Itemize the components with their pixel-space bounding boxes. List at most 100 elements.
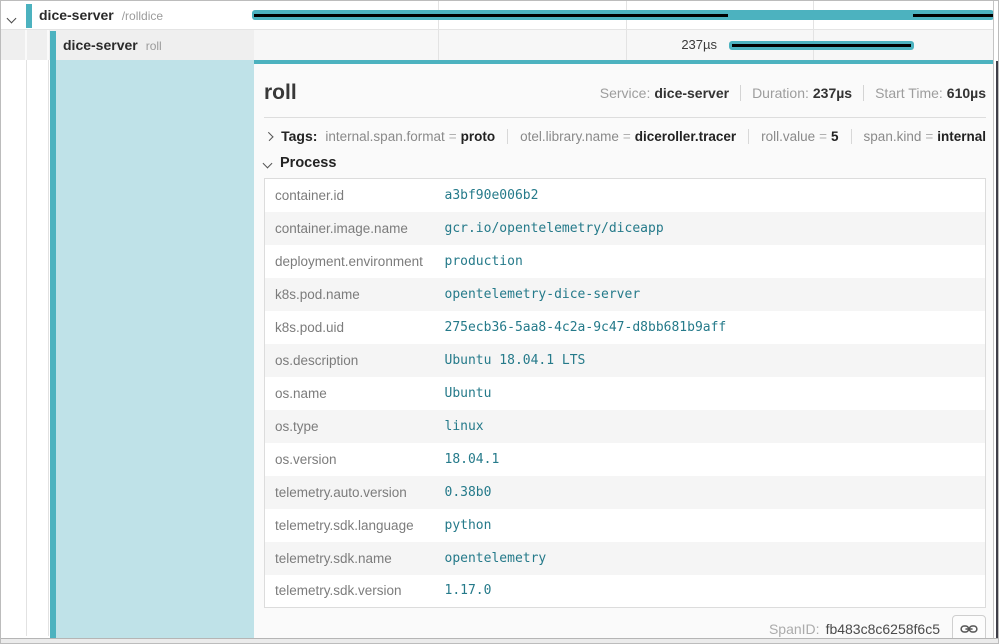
timeline: 237µs: [254, 1, 994, 60]
attribute-key: os.description: [265, 344, 437, 377]
process-attributes-table: container.id a3bf90e006b2 container.imag…: [264, 178, 986, 608]
critical-path-segment: [913, 14, 994, 17]
table-row: os.type linux: [265, 410, 986, 443]
attribute-key: deployment.environment: [265, 245, 437, 278]
equals-sign: =: [449, 129, 457, 144]
attribute-key: os.name: [265, 377, 437, 410]
tags-label: Tags:: [281, 128, 317, 144]
process-section-toggle[interactable]: Process: [264, 148, 986, 178]
critical-path-segment: [254, 14, 728, 17]
meta-item: Duration:237µs: [740, 85, 852, 101]
attribute-key: telemetry.sdk.version: [265, 575, 437, 608]
span-color-accent: [26, 4, 32, 28]
span-operation-name: /rolldice: [122, 9, 163, 23]
attribute-value: python: [437, 509, 986, 542]
table-row: container.id a3bf90e006b2: [265, 179, 986, 212]
span-row-rolldice[interactable]: dice-server/rolldice: [1, 1, 254, 30]
meta-label: Service:: [600, 85, 651, 101]
table-row: deployment.environment production: [265, 245, 986, 278]
span-operation-name: roll: [146, 39, 162, 53]
tag-key: roll.value: [761, 129, 815, 144]
tag-item: otel.library.name = diceroller.tracer: [507, 129, 736, 144]
tags-section-toggle[interactable]: Tags: internal.span.format = proto otel.li…: [264, 118, 986, 148]
attribute-key: os.version: [265, 443, 437, 476]
equals-sign: =: [819, 129, 827, 144]
span-detail-header: roll Service:dice-server Duration:237µs …: [264, 77, 986, 109]
tag-key: internal.span.format: [325, 129, 444, 144]
span-service-name: dice-server: [63, 37, 138, 53]
process-label: Process: [280, 155, 336, 171]
timeline-row-rolldice[interactable]: [254, 1, 994, 30]
span-id-value: fb483c8c6258f6c5: [826, 621, 940, 637]
critical-path-segment: [732, 44, 911, 47]
span-bar-roll[interactable]: [729, 41, 914, 50]
attribute-key: os.type: [265, 410, 437, 443]
tag-key: otel.library.name: [520, 129, 619, 144]
timeline-row-roll[interactable]: 237µs: [254, 30, 994, 60]
chevron-right-icon: [264, 131, 273, 140]
attribute-key: telemetry.auto.version: [265, 476, 437, 509]
span-duration-label: 237µs: [681, 37, 717, 52]
meta-value: 237µs: [813, 85, 852, 101]
table-row: os.description Ubuntu 18.04.1 LTS: [265, 344, 986, 377]
tag-item: span.kind= internal: [851, 129, 986, 144]
attribute-value: 1.17.0: [437, 575, 986, 608]
meta-item: Service:dice-server: [600, 85, 729, 101]
meta-label: Start Time:: [875, 85, 943, 101]
attribute-value: 18.04.1: [437, 443, 986, 476]
attribute-value: Ubuntu: [437, 377, 986, 410]
indent-guide: [48, 60, 49, 636]
process-attributes-body: container.id a3bf90e006b2 container.imag…: [265, 179, 986, 608]
tag-item: internal.span.format = proto: [325, 129, 495, 144]
tag-value: diceroller.tracer: [635, 129, 736, 144]
span-row-roll[interactable]: dice-server roll: [1, 30, 254, 60]
attribute-key: telemetry.sdk.name: [265, 542, 437, 575]
equals-sign: =: [925, 129, 933, 144]
span-detail-panel: roll Service:dice-server Duration:237µs …: [254, 60, 994, 638]
selected-span-highlight: [56, 60, 254, 638]
span-bar-rolldice[interactable]: [252, 10, 994, 20]
attribute-value: opentelemetry-dice-server: [437, 278, 986, 311]
tag-key: span.kind: [864, 129, 922, 144]
chevron-down-icon: [7, 14, 17, 24]
attribute-key: k8s.pod.name: [265, 278, 437, 311]
equals-sign: =: [623, 129, 631, 144]
attribute-value: gcr.io/opentelemetry/diceapp: [437, 212, 986, 245]
meta-value: 610µs: [947, 85, 986, 101]
bottom-scrollbar-track[interactable]: [1, 638, 999, 644]
attribute-key: telemetry.sdk.language: [265, 509, 437, 542]
meta-item: Start Time:610µs: [863, 85, 986, 101]
span-title: roll: [264, 81, 600, 105]
table-row: k8s.pod.uid 275ecb36-5aa8-4c2a-9c47-d8bb…: [265, 311, 986, 344]
collapse-chevron-icon[interactable]: [8, 9, 22, 23]
attribute-value: 275ecb36-5aa8-4c2a-9c47-d8bb681b9aff: [437, 311, 986, 344]
span-service-name: dice-server: [39, 7, 114, 23]
attribute-key: container.image.name: [265, 212, 437, 245]
table-row: k8s.pod.name opentelemetry-dice-server: [265, 278, 986, 311]
table-row: telemetry.sdk.language python: [265, 509, 986, 542]
tag-item: roll.value = 5: [748, 129, 838, 144]
link-icon: [960, 622, 978, 636]
attribute-value: 0.38b0: [437, 476, 986, 509]
meta-value: dice-server: [654, 85, 729, 101]
tag-value: proto: [461, 129, 496, 144]
meta-label: Duration:: [752, 85, 809, 101]
span-id-label: SpanID:: [769, 621, 820, 637]
span-meta: Service:dice-server Duration:237µs Start…: [600, 85, 986, 101]
tag-value: internal: [937, 129, 986, 144]
table-row: telemetry.sdk.name opentelemetry: [265, 542, 986, 575]
scrollbar[interactable]: [996, 61, 998, 643]
attribute-value: opentelemetry: [437, 542, 986, 575]
chevron-down-icon: [263, 158, 273, 168]
tag-value: 5: [831, 129, 839, 144]
attribute-value: a3bf90e006b2: [437, 179, 986, 212]
table-row: os.version 18.04.1: [265, 443, 986, 476]
tags-summary: internal.span.format = proto otel.library.…: [325, 129, 986, 144]
attribute-value: linux: [437, 410, 986, 443]
attribute-value: Ubuntu 18.04.1 LTS: [437, 344, 986, 377]
attribute-key: container.id: [265, 179, 437, 212]
panel-right-border: [993, 1, 994, 644]
trace-detail-window: dice-server/rolldice dice-server roll: [0, 0, 999, 644]
attribute-value: production: [437, 245, 986, 278]
indent-guide: [26, 60, 27, 636]
